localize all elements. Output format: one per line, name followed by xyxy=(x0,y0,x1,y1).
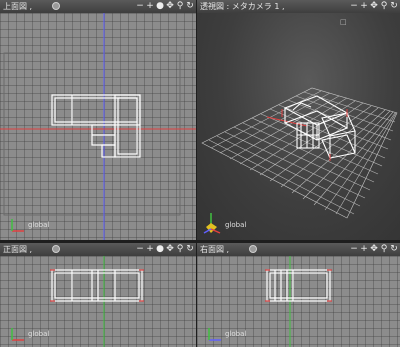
axis-label: global xyxy=(28,330,50,338)
model-outline xyxy=(51,269,143,302)
viewport-toolbar: − + ● ✥ ⚲ ↻ xyxy=(136,0,194,13)
plus-icon[interactable]: + xyxy=(360,0,368,13)
viewport-header: 正面図 , − + ● ✥ ⚲ ↻ xyxy=(0,243,196,257)
hand-icon[interactable]: ✥ xyxy=(166,0,174,13)
viewport-perspective[interactable]: 透視図 : メタカメラ 1 , − + ✥ ⚲ ↻ □ global xyxy=(197,0,400,240)
pin-icon[interactable] xyxy=(52,2,60,10)
zoom-icon[interactable]: ⚲ xyxy=(176,243,184,256)
minus-icon[interactable]: − xyxy=(136,0,144,13)
model-outline xyxy=(266,269,331,302)
hand-icon[interactable]: ✥ xyxy=(166,243,174,256)
zoom-icon[interactable]: ⚲ xyxy=(380,0,388,13)
axis-gizmo xyxy=(203,213,221,234)
rotate-icon[interactable]: ↻ xyxy=(186,0,194,13)
camera-icon[interactable]: ● xyxy=(156,0,164,13)
axis-gizmo xyxy=(208,328,221,341)
viewport-header: 上面図 , − + ● ✥ ⚲ ↻ xyxy=(0,0,196,14)
viewport-right[interactable]: 右面図 , − + ✥ ⚲ ↻ global xyxy=(197,243,400,347)
viewport-suffix: , xyxy=(281,2,285,11)
rotate-icon[interactable]: ↻ xyxy=(390,0,398,13)
pin-icon[interactable] xyxy=(52,245,60,253)
viewport-title: 右面図 xyxy=(200,245,224,254)
viewport-toolbar: − + ✥ ⚲ ↻ xyxy=(350,0,398,13)
ground-grid xyxy=(201,87,398,219)
axis-label: global xyxy=(225,221,247,229)
plus-icon[interactable]: + xyxy=(146,0,154,13)
viewport-title: 透視図 : メタカメラ 1 xyxy=(200,2,280,11)
viewport-suffix: , xyxy=(226,245,230,254)
viewport-front[interactable]: 正面図 , − + ● ✥ ⚲ ↻ global xyxy=(0,243,196,347)
minus-icon[interactable]: − xyxy=(136,243,144,256)
viewport-toolbar: − + ● ✥ ⚲ ↻ xyxy=(136,243,194,256)
axis-gizmo xyxy=(11,328,24,341)
viewport-header: 右面図 , − + ✥ ⚲ ↻ xyxy=(197,243,400,257)
pin-icon[interactable] xyxy=(249,245,257,253)
hand-icon[interactable]: ✥ xyxy=(370,0,378,13)
viewport-canvas[interactable]: global xyxy=(0,256,196,347)
viewport-suffix: , xyxy=(29,245,33,254)
viewport-title: 上面図 xyxy=(3,2,27,11)
minus-icon[interactable]: − xyxy=(350,0,358,13)
plus-icon[interactable]: + xyxy=(146,243,154,256)
perspective-drawing xyxy=(201,87,398,219)
plus-icon[interactable]: + xyxy=(360,243,368,256)
model-outline xyxy=(51,94,141,158)
viewport-canvas[interactable]: □ global xyxy=(197,13,400,240)
rotate-icon[interactable]: ↻ xyxy=(186,243,194,256)
camera-icon[interactable]: ● xyxy=(156,243,164,256)
viewport-toolbar: − + ✥ ⚲ ↻ xyxy=(350,243,398,256)
top-view-drawing xyxy=(0,13,196,240)
axis-label: global xyxy=(28,221,50,229)
axis-label: global xyxy=(225,330,247,338)
hand-icon[interactable]: ✥ xyxy=(370,243,378,256)
zoom-icon[interactable]: ⚲ xyxy=(176,0,184,13)
viewport-suffix: , xyxy=(29,2,33,11)
viewport-title: 正面図 xyxy=(3,245,27,254)
viewport-header: 透視図 : メタカメラ 1 , − + ✥ ⚲ ↻ xyxy=(197,0,400,14)
viewport-canvas[interactable]: global xyxy=(197,256,400,347)
zoom-icon[interactable]: ⚲ xyxy=(380,243,388,256)
minus-icon[interactable]: − xyxy=(350,243,358,256)
rotate-icon[interactable]: ↻ xyxy=(390,243,398,256)
axis-gizmo xyxy=(11,219,24,232)
viewport-top[interactable]: 上面図 , − + ● ✥ ⚲ ↻ global xyxy=(0,0,196,240)
viewport-canvas[interactable]: global xyxy=(0,13,196,240)
